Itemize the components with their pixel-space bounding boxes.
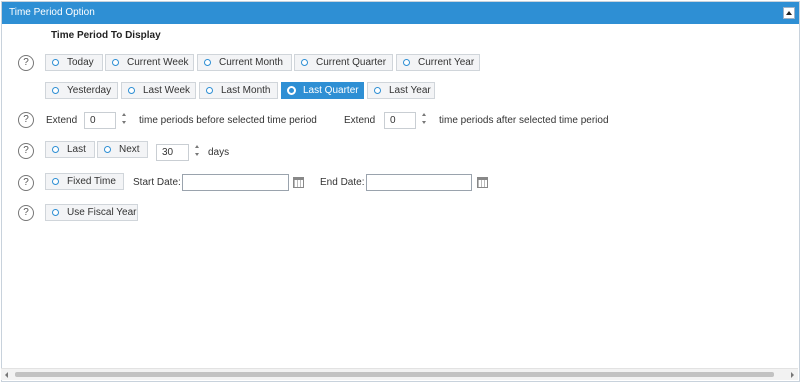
option-last-quarter[interactable]: Last Quarter [281,82,364,99]
help-icon[interactable]: ? [18,55,34,71]
option-current-month[interactable]: Current Month [197,54,292,71]
option-next[interactable]: Next [97,141,148,158]
extend-before-label: Extend [46,115,78,126]
start-date-label: Start Date: [133,177,181,188]
radio-icon [112,59,119,66]
option-current-week[interactable]: Current Week [105,54,194,71]
radio-icon [301,59,308,66]
panel-title: Time Period Option [9,7,95,18]
end-date-label: End Date: [320,177,365,188]
extend-after-label: Extend [344,115,376,126]
spin-up-icon[interactable] [195,145,199,148]
extend-before-spinner[interactable] [121,112,128,126]
calendar-icon[interactable] [477,177,488,188]
help-icon[interactable]: ? [18,175,34,191]
radio-icon [206,87,213,94]
collapse-icon[interactable] [783,7,795,19]
help-icon[interactable]: ? [18,112,34,128]
start-date-field[interactable] [182,174,289,191]
scroll-right-icon[interactable] [791,372,794,378]
radio-icon [287,86,296,95]
radio-icon [204,59,211,66]
radio-icon [52,209,59,216]
section-heading: Time Period To Display [51,30,161,41]
radio-icon [52,146,59,153]
help-icon[interactable]: ? [18,143,34,159]
option-last-year[interactable]: Last Year [367,82,435,99]
radio-icon [128,87,135,94]
extend-after-spinner[interactable] [421,112,428,126]
extend-after-text: time periods after selected time period [439,115,609,126]
days-input[interactable] [156,144,189,161]
radio-icon [374,87,381,94]
days-spinner[interactable] [194,144,201,158]
horizontal-scrollbar[interactable] [1,368,798,380]
radio-icon [403,59,410,66]
scroll-left-icon[interactable] [5,372,8,378]
panel-titlebar: Time Period Option [2,2,799,24]
option-current-year[interactable]: Current Year [396,54,480,71]
extend-before-text: time periods before selected time period [139,115,317,126]
option-last[interactable]: Last [45,141,95,158]
end-date-field[interactable] [366,174,472,191]
spin-down-icon[interactable] [195,153,199,156]
extend-before-input[interactable] [84,112,116,129]
radio-icon [52,59,59,66]
option-last-week[interactable]: Last Week [121,82,196,99]
radio-icon [52,87,59,94]
spin-up-icon[interactable] [422,113,426,116]
radio-icon [104,146,111,153]
extend-after-input[interactable] [384,112,416,129]
option-current-quarter[interactable]: Current Quarter [294,54,393,71]
spin-down-icon[interactable] [422,121,426,124]
help-icon[interactable]: ? [18,205,34,221]
calendar-icon[interactable] [293,177,304,188]
option-today[interactable]: Today [45,54,103,71]
option-fixed-time[interactable]: Fixed Time [45,173,124,190]
scrollbar-thumb[interactable] [15,372,774,377]
option-last-month[interactable]: Last Month [199,82,278,99]
option-use-fiscal-year[interactable]: Use Fiscal Year [45,204,138,221]
option-yesterday[interactable]: Yesterday [45,82,118,99]
radio-icon [52,178,59,185]
days-unit: days [208,147,230,158]
spin-up-icon[interactable] [122,113,126,116]
spin-down-icon[interactable] [122,121,126,124]
